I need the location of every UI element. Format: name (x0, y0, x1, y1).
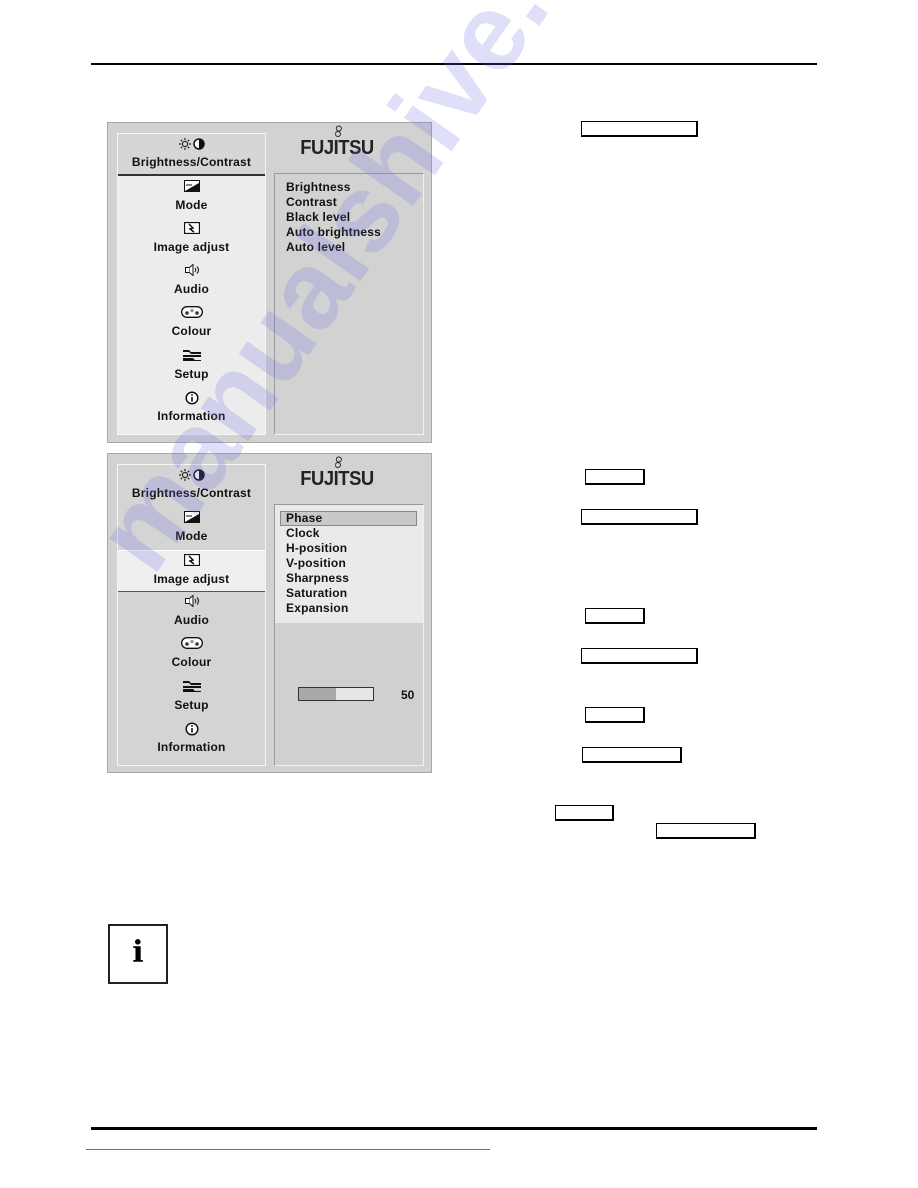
footer-rule (91, 1127, 817, 1130)
key-box (656, 823, 756, 839)
submenu-list: Phase Clock H-position V-position Sharpn… (280, 511, 417, 616)
submenu-item-clock[interactable]: Clock (286, 526, 417, 541)
submenu-item-h-position[interactable]: H-position (286, 541, 417, 556)
footer-link-underline[interactable] (86, 1149, 490, 1150)
menu-item-image-adjust[interactable]: Image adjust (118, 219, 265, 261)
key-box (582, 747, 682, 763)
infinity-loop-icon (335, 125, 342, 137)
menu-item-setup[interactable]: Setup (118, 677, 265, 719)
submenu-panel: Brightness Contrast Black level Auto bri… (274, 173, 424, 435)
mode-icon (118, 180, 265, 196)
submenu-item-contrast[interactable]: Contrast (286, 195, 381, 210)
menu-item-brightness-contrast[interactable]: Brightness/Contrast (118, 465, 265, 507)
brightness-contrast-icon (118, 468, 265, 484)
key-box (581, 648, 698, 664)
osd-main-menu: Brightness/Contrast Mode Image adjust Au… (117, 133, 266, 435)
image-adjust-icon (118, 221, 265, 238)
slider-value: 50 (401, 688, 415, 702)
audio-icon (118, 594, 265, 611)
phase-slider[interactable] (298, 687, 374, 701)
information-icon (118, 391, 265, 407)
submenu-item-sharpness[interactable]: Sharpness (286, 571, 417, 586)
information-icon (118, 722, 265, 738)
brightness-contrast-icon (118, 137, 265, 153)
image-adjust-icon (118, 553, 265, 570)
menu-item-information[interactable]: Information (118, 388, 265, 430)
menu-item-mode[interactable]: Mode (118, 508, 265, 550)
osd-panel-brightness-contrast: Brightness/Contrast Mode Image adjust Au… (107, 122, 432, 443)
key-box (581, 121, 698, 137)
key-box (585, 608, 645, 624)
submenu-item-auto-level[interactable]: Auto level (286, 240, 381, 255)
setup-icon (118, 680, 265, 696)
key-box (585, 469, 645, 485)
submenu-item-v-position[interactable]: V-position (286, 556, 417, 571)
infinity-loop-icon (335, 456, 342, 468)
submenu-item-brightness[interactable]: Brightness (286, 180, 381, 195)
key-box (555, 805, 614, 821)
submenu-item-black-level[interactable]: Black level (286, 210, 381, 225)
menu-item-audio[interactable]: Audio (118, 261, 265, 303)
submenu-item-phase[interactable]: Phase (280, 511, 417, 526)
mode-icon (118, 511, 265, 527)
key-box (585, 707, 645, 723)
submenu-item-saturation[interactable]: Saturation (286, 586, 417, 601)
osd-panel-image-adjust: Brightness/Contrast Mode Image adjust Au… (107, 453, 432, 773)
menu-item-brightness-contrast[interactable]: Brightness/Contrast (118, 134, 265, 176)
submenu-item-auto-brightness[interactable]: Auto brightness (286, 225, 381, 240)
osd-main-menu: Brightness/Contrast Mode Image adjust Au… (117, 464, 266, 766)
menu-item-information[interactable]: Information (118, 719, 265, 761)
menu-item-colour[interactable]: Colour (118, 303, 265, 345)
colour-icon (118, 637, 265, 653)
fujitsu-logo: FUJITSU (300, 456, 374, 491)
colour-icon (118, 306, 265, 322)
menu-item-setup[interactable]: Setup (118, 346, 265, 388)
submenu-list: Brightness Contrast Black level Auto bri… (286, 180, 381, 255)
note-info-icon: i (108, 924, 168, 984)
header-rule (91, 63, 817, 65)
menu-item-mode[interactable]: Mode (118, 177, 265, 219)
setup-icon (118, 349, 265, 365)
key-box (581, 509, 698, 525)
slider-fill (299, 688, 336, 700)
fujitsu-logo: FUJITSU (300, 125, 374, 160)
audio-icon (118, 263, 265, 280)
menu-item-audio[interactable]: Audio (118, 592, 265, 634)
menu-item-image-adjust[interactable]: Image adjust (118, 550, 265, 592)
submenu-item-expansion[interactable]: Expansion (286, 601, 417, 616)
menu-item-colour[interactable]: Colour (118, 634, 265, 676)
submenu-panel: Phase Clock H-position V-position Sharpn… (274, 504, 424, 766)
